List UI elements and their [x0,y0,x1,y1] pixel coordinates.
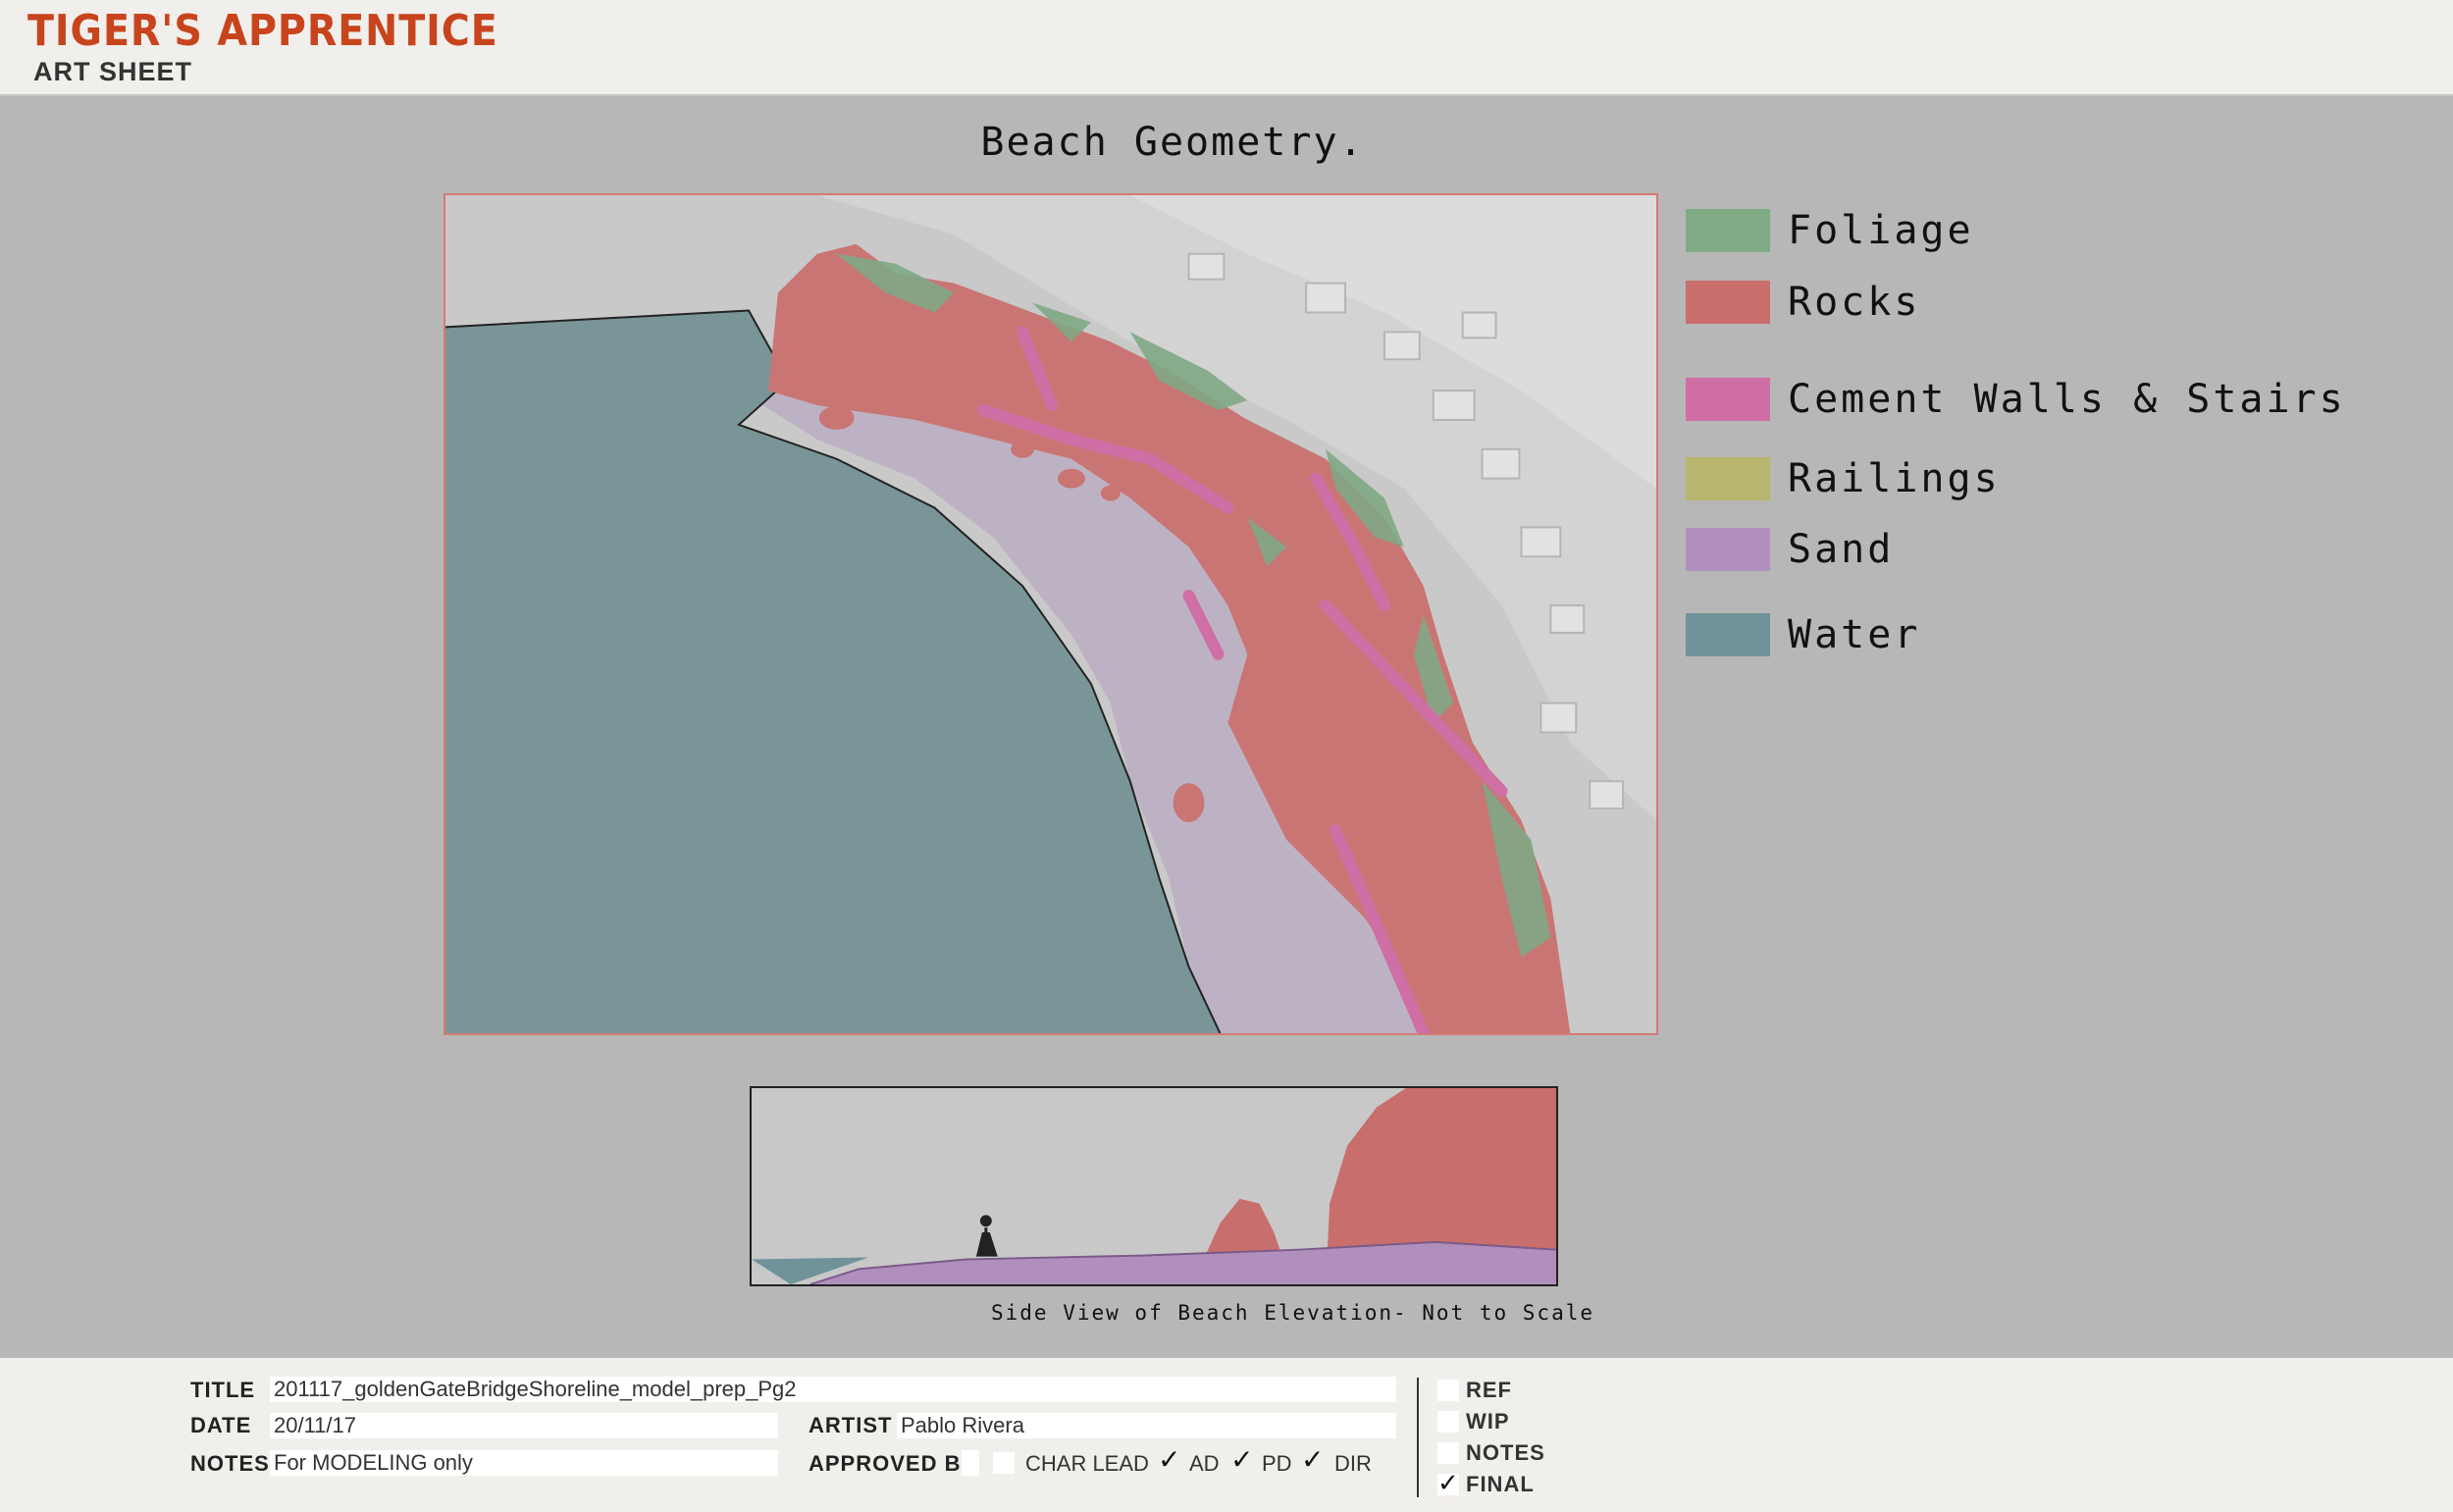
notes-field[interactable]: For MODELING only [270,1450,778,1476]
approver-checkbox-char-lead[interactable] [993,1452,1015,1474]
side-view-caption: Side View of Beach Elevation- Not to Sca… [991,1301,1595,1325]
approver-check-ad[interactable]: ✓ [1158,1446,1180,1474]
date-label: DATE [190,1413,252,1437]
title-field[interactable]: 201117_goldenGateBridgeShoreline_model_p… [270,1377,1396,1402]
approved-by-spacer [962,1450,979,1476]
legend-swatch [1686,613,1770,656]
legend-label: Sand [1788,527,1895,572]
approved-by-label: APPROVED BY [809,1451,977,1476]
approver-label-char-lead: CHAR LEAD [1025,1451,1149,1476]
title-label: TITLE [190,1378,256,1402]
artist-field[interactable]: Pablo Rivera [897,1413,1396,1438]
status-checkbox-ref[interactable] [1437,1380,1459,1401]
date-field[interactable]: 20/11/17 [270,1413,778,1438]
status-label-wip: WIP [1466,1409,1510,1434]
status-label-notes: NOTES [1466,1440,1545,1465]
legend-item-water: Water [1686,612,2392,657]
status-checkbox-final[interactable]: ✓ [1437,1471,1459,1496]
legend-item-railings: Railings [1686,456,2392,501]
legend-item-rocks: Rocks [1686,280,2392,325]
side-view-elevation [750,1086,1558,1286]
legend-swatch [1686,281,1770,324]
legend-label: Foliage [1788,208,1974,253]
approver-check-dir[interactable]: ✓ [1301,1446,1324,1474]
header-bar: TIGER'S APPRENTICE ART SHEET [0,0,2453,96]
legend-swatch [1686,378,1770,421]
legend-item-cement-walls-stairs: Cement Walls & Stairs [1686,377,2392,422]
approver-label-dir: DIR [1334,1451,1372,1476]
approver-label-pd: PD [1262,1451,1292,1476]
brand-logo: TIGER'S APPRENTICE [27,6,498,56]
status-checkbox-wip[interactable] [1437,1411,1459,1433]
beach-geometry-map [444,193,1658,1035]
map-illustration [445,195,1656,1033]
artist-label: ARTIST [809,1413,893,1437]
legend-label: Railings [1788,456,2001,501]
sheet-type-label: ART SHEET [33,57,193,86]
legend-swatch [1686,528,1770,571]
legend-item-foliage: Foliage [1686,208,2392,253]
legend-item-sand: Sand [1686,527,2392,572]
status-label-final: FINAL [1466,1472,1535,1496]
footer-divider [1417,1378,1419,1497]
status-label-ref: REF [1466,1378,1512,1402]
legend-label: Rocks [1788,280,1921,325]
legend-swatch [1686,209,1770,252]
legend-label: Water [1788,612,1921,657]
approver-label-ad: AD [1189,1451,1220,1476]
side-view-illustration [752,1088,1556,1284]
legend-label: Cement Walls & Stairs [1788,377,2346,422]
notes-label: NOTES [190,1451,270,1476]
page-title: Beach Geometry. [980,120,1365,165]
legend-swatch [1686,457,1770,500]
approver-check-pd[interactable]: ✓ [1230,1446,1253,1474]
status-checkbox-notes[interactable] [1437,1442,1459,1464]
